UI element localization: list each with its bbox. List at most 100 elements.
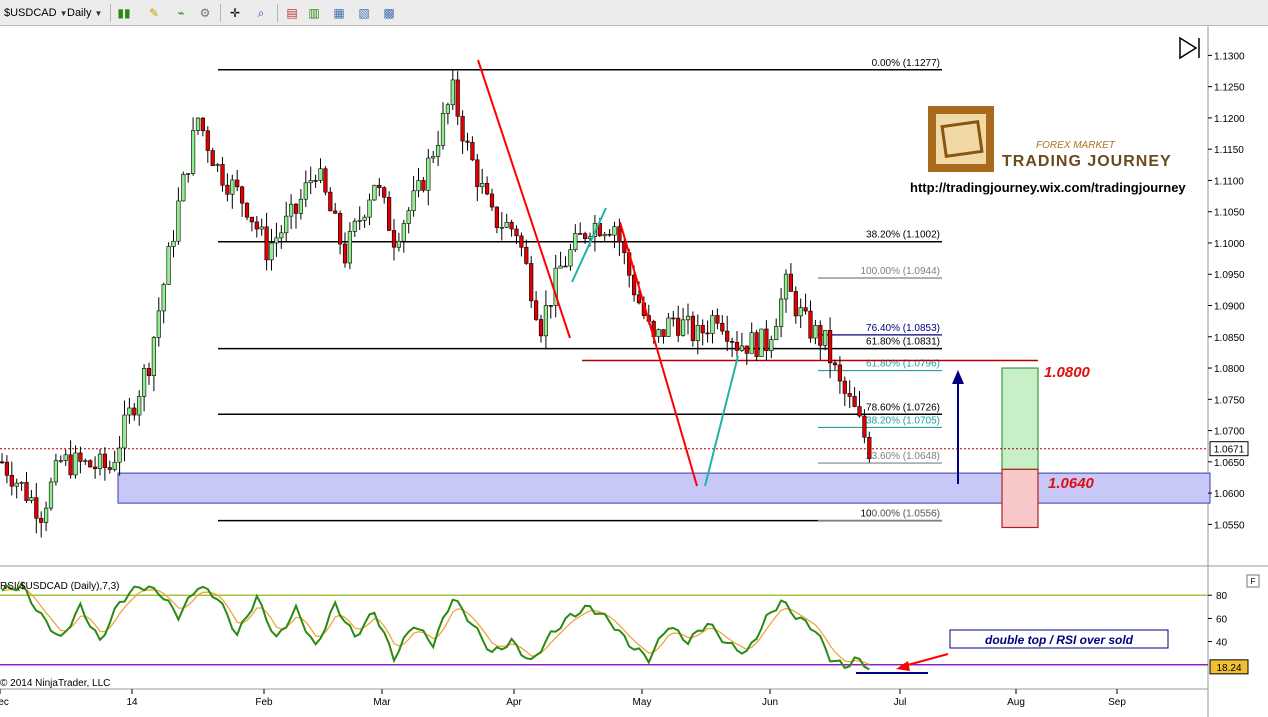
panel-menu-glyph: F [1251, 577, 1256, 586]
fib-label: 0.00% (1.1277) [872, 58, 940, 69]
candle-up [445, 104, 451, 114]
candle-up [63, 454, 68, 461]
candle-up [612, 226, 617, 236]
candle-down [24, 482, 29, 501]
price-tick-label: 1.0850 [1214, 333, 1245, 344]
candle-down [205, 130, 210, 151]
bar-type-icon[interactable]: ▮▮ [115, 4, 133, 22]
toolbar-separator [220, 4, 221, 22]
candle-down [475, 159, 480, 188]
candle-down [382, 187, 387, 198]
candle-down [240, 186, 245, 204]
candle-down [729, 341, 735, 343]
candle-down [484, 183, 490, 195]
candle-down [734, 341, 740, 351]
candle-down [529, 263, 534, 302]
rsi-label: RSI($USDCAD (Daily),7,3) [0, 581, 119, 592]
zoom-icon[interactable]: ⌕ [252, 4, 270, 22]
candle-up [504, 221, 509, 228]
fib-label: 38.20% (1.1002) [866, 230, 940, 241]
candle-down [857, 406, 862, 417]
price-tick-label: 1.1100 [1214, 176, 1244, 187]
candle-up [43, 507, 49, 523]
candle-up [685, 315, 691, 321]
candle-up [749, 332, 754, 354]
candle-up [269, 242, 274, 261]
candle-up [347, 231, 353, 264]
template-icon[interactable]: ▦ [330, 4, 348, 22]
timeframe-label: Daily [67, 7, 92, 19]
candle-down [582, 233, 588, 239]
candle-down [244, 202, 250, 218]
timeframe-selector[interactable]: Daily ▼ [67, 4, 102, 22]
candle-up [156, 310, 161, 338]
candle-up [191, 130, 196, 174]
candle-up [142, 368, 147, 397]
candle-down [803, 307, 808, 312]
candle-down [837, 364, 842, 382]
candle-up [284, 215, 289, 234]
candle-down [548, 305, 553, 307]
candle-down [78, 452, 83, 462]
candle-up [352, 220, 357, 232]
rsi-last-value: 18.24 [1216, 663, 1241, 674]
price-tick-label: 1.0600 [1214, 489, 1245, 500]
level-low-label: 1.0640 [1048, 475, 1095, 492]
candle-down [700, 325, 705, 334]
chart-toolbar: $USDCAD ▼ Daily ▼ ▮▮ ✎ ⌁ ⚙ ✛ ⌕ ▤ ▥ ▦ ▧ ▩ [0, 0, 1268, 26]
candle-down [524, 246, 529, 264]
candle-down [808, 310, 813, 339]
last-price-value: 1.0671 [1214, 445, 1245, 456]
time-tick-label: Dec [0, 697, 9, 708]
indicators-icon[interactable]: ⌁ [172, 4, 190, 22]
instrument-selector[interactable]: $USDCAD ▼ [4, 4, 68, 22]
chart-trader-icon[interactable]: ▥ [305, 4, 323, 22]
candle-up [568, 249, 573, 267]
candle-down [842, 380, 847, 394]
candle-up [695, 325, 700, 341]
candle-up [137, 396, 142, 416]
candle-up [186, 173, 191, 175]
candle-up [171, 240, 176, 247]
candle-down [107, 467, 112, 470]
last-price-badge: 1.0671 [1209, 441, 1249, 457]
candle-up [783, 273, 789, 300]
crosshair-icon[interactable]: ✛ [226, 4, 244, 22]
time-tick-label: Jul [894, 697, 907, 708]
candle-up [759, 328, 764, 357]
candle-down [4, 461, 9, 476]
time-tick-label: Mar [373, 697, 391, 708]
candle-up [176, 200, 181, 242]
candle-down [671, 317, 676, 320]
candle-up [680, 319, 686, 336]
candle-up [127, 407, 132, 416]
draw-pencil-icon[interactable]: ✎ [145, 4, 163, 22]
time-tick-label: Apr [506, 697, 522, 708]
target-zone[interactable] [1001, 367, 1039, 470]
candle-up [480, 183, 485, 188]
candle-up [151, 337, 157, 376]
candle-down [862, 415, 867, 438]
stop-zone[interactable] [1001, 468, 1039, 529]
candle-up [19, 482, 24, 484]
candle-up [83, 460, 88, 462]
properties-icon[interactable]: ▧ [355, 4, 373, 22]
fib-label: 61.80% (1.0831) [866, 337, 940, 348]
candle-up [14, 482, 19, 487]
candle-up [543, 305, 548, 337]
time-tick-label: May [633, 697, 652, 708]
candle-up [215, 164, 220, 166]
support-zone[interactable] [117, 472, 1211, 504]
price-chart[interactable]: 0.00% (1.1277) 38.20% (1.1002) 61.80% (1.0… [0, 0, 1268, 717]
strategies-icon[interactable]: ⚙ [196, 4, 214, 22]
candle-down [847, 393, 852, 397]
candle-down [132, 407, 137, 416]
candle-up [53, 460, 58, 483]
candle-up [666, 317, 671, 337]
candle-down [421, 180, 426, 191]
price-tick-label: 1.1200 [1214, 114, 1245, 125]
properties-icon[interactable]: ▩ [380, 4, 398, 22]
data-box-icon[interactable]: ▤ [283, 4, 301, 22]
candle-down [494, 206, 500, 228]
candle-down [867, 436, 872, 459]
